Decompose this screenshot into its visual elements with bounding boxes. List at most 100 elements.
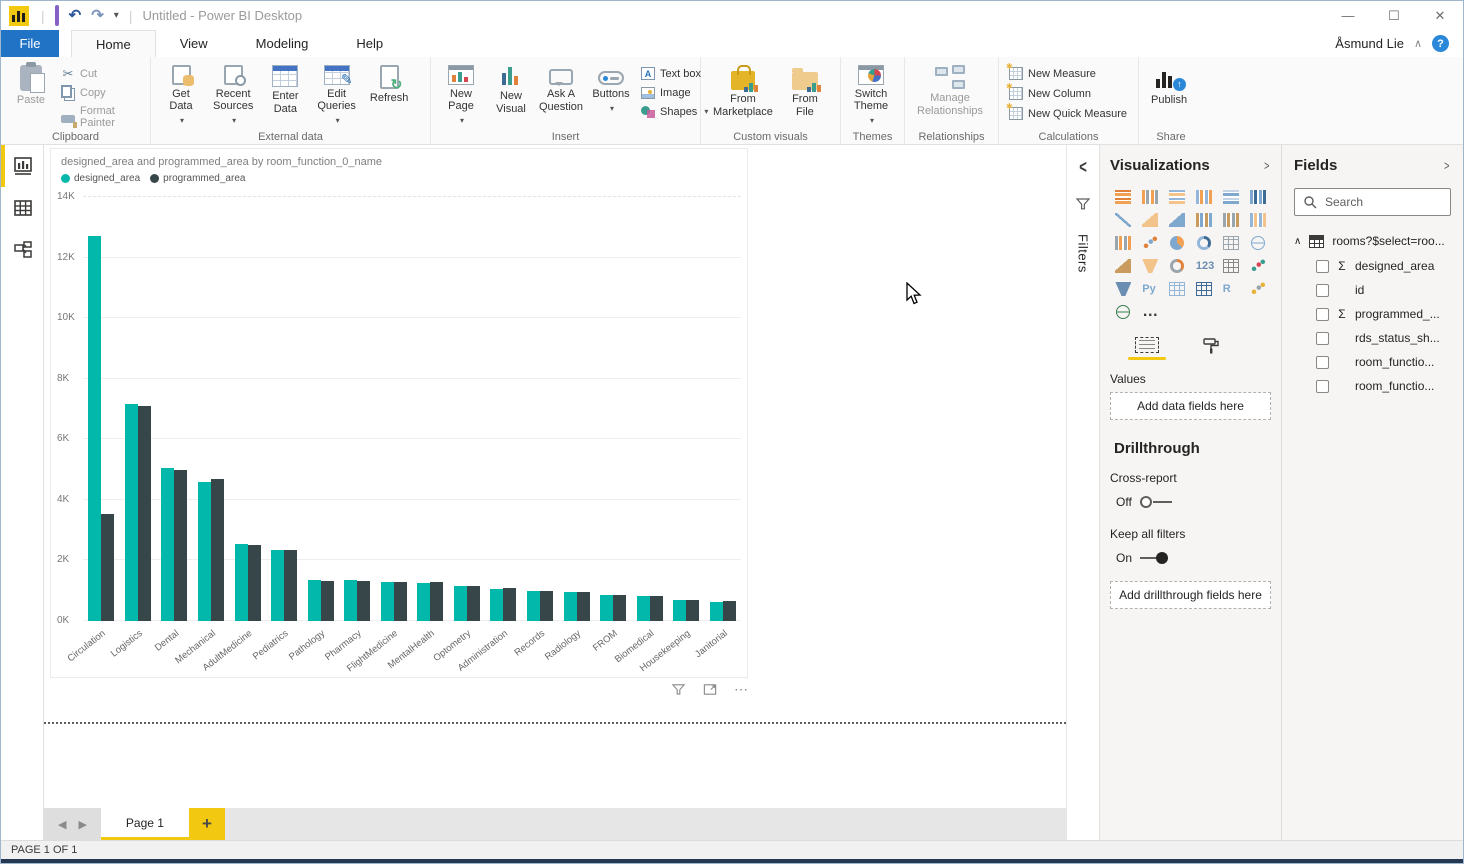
field-item[interactable]: Σdesigned_area [1294,254,1451,278]
tab-fields[interactable] [1128,337,1166,362]
bar-programmed_area[interactable] [467,586,480,621]
bar-programmed_area[interactable] [101,514,114,622]
save-icon[interactable] [55,8,59,23]
redo-icon[interactable]: ↷ [91,8,104,23]
stacked-column-chart-icon[interactable] [1140,188,1160,206]
bar-designed_area[interactable] [417,583,430,621]
from-file-button[interactable]: From File [783,62,827,128]
100-stacked-bar-chart-icon[interactable] [1221,188,1241,206]
customize-quick-access-icon[interactable]: ▾ [114,11,119,21]
bar-designed_area[interactable] [235,544,248,621]
funnel-icon[interactable] [1140,257,1160,275]
bar-programmed_area[interactable] [321,581,334,621]
bar-programmed_area[interactable] [138,406,151,621]
field-item[interactable]: Σroom_functio... [1294,374,1451,398]
line-chart-icon[interactable] [1113,211,1133,229]
bar-programmed_area[interactable] [174,470,187,621]
bar-programmed_area[interactable] [686,600,699,621]
bar-designed_area[interactable] [381,582,394,621]
python-visual-icon[interactable]: Py [1140,280,1160,298]
clustered-bar-chart-icon[interactable] [1167,188,1187,206]
copy-button[interactable]: Copy [59,85,142,100]
line-and-clustered-column-chart-icon[interactable] [1221,211,1241,229]
bar-designed_area[interactable] [271,550,284,621]
clustered-column-chart-visual[interactable]: designed_area and programmed_area by roo… [50,148,748,678]
bar-programmed_area[interactable] [613,595,626,621]
text-box-button[interactable]: A Text box [639,66,710,81]
ribbon-chart-icon[interactable] [1248,211,1268,229]
filter-icon[interactable] [671,682,686,697]
bar-designed_area[interactable] [600,595,613,621]
tab-help[interactable]: Help [332,30,407,57]
bar-designed_area[interactable] [490,589,503,621]
scatter-chart-icon[interactable] [1140,234,1160,252]
previous-page-icon[interactable]: ◀ [58,818,66,831]
kpi-icon[interactable] [1248,257,1268,275]
tab-home[interactable]: Home [71,30,156,57]
cut-button[interactable]: ✂ Cut [59,66,142,81]
bar-designed_area[interactable] [125,404,138,621]
next-page-icon[interactable]: ▶ [78,818,86,831]
bar-programmed_area[interactable] [540,591,553,621]
get-data-button[interactable]: Get Data [159,62,203,128]
bar-programmed_area[interactable] [577,592,590,621]
ask-a-question-button[interactable]: Ask A Question [539,62,583,128]
bar-designed_area[interactable] [198,482,211,621]
publish-button[interactable]: ↑ Publish [1147,62,1191,128]
report-canvas[interactable]: designed_area and programmed_area by roo… [44,145,1066,808]
clustered-column-chart-icon[interactable] [1194,188,1214,206]
tab-file[interactable]: File [1,30,59,57]
filled-map-icon[interactable] [1113,257,1133,275]
drillthrough-field-well[interactable]: Add drillthrough fields here [1110,581,1271,609]
table-row[interactable]: ∧ rooms?$select=roo... [1294,234,1451,248]
field-checkbox[interactable] [1316,284,1329,297]
bar-designed_area[interactable] [673,600,686,621]
keep-all-filters-toggle[interactable]: On [1110,551,1271,565]
bar-designed_area[interactable] [710,602,723,621]
from-marketplace-button[interactable]: From Marketplace [709,62,777,128]
enter-data-button[interactable]: Enter Data [263,62,307,128]
map-icon[interactable] [1248,234,1268,252]
field-checkbox[interactable] [1316,332,1329,345]
field-checkbox[interactable] [1316,308,1329,321]
data-view-button[interactable] [1,187,44,229]
pie-chart-icon[interactable] [1167,234,1187,252]
bar-programmed_area[interactable] [723,601,736,621]
expand-filters-icon[interactable]: < [1079,156,1087,177]
undo-icon[interactable]: ↶ [69,8,82,23]
field-item[interactable]: Σprogrammed_... [1294,302,1451,326]
edit-queries-button[interactable]: ✎ Edit Queries [313,62,360,128]
field-checkbox[interactable] [1316,380,1329,393]
bar-programmed_area[interactable] [357,581,370,621]
bar-designed_area[interactable] [527,591,540,621]
bar-designed_area[interactable] [454,586,467,621]
more-options-icon[interactable]: ⋯ [734,681,748,698]
search-input[interactable] [1325,195,1435,209]
gauge-icon[interactable] [1167,257,1187,275]
manage-relationships-button[interactable]: Manage Relationships [913,62,987,128]
bar-programmed_area[interactable] [430,582,443,621]
new-page-button[interactable]: New Page [439,62,483,128]
matrix-icon[interactable] [1194,280,1214,298]
cross-report-toggle[interactable]: Off [1110,495,1271,509]
stacked-area-chart-icon[interactable] [1167,211,1187,229]
new-page-tab-button[interactable]: + [189,808,225,840]
stacked-bar-chart-icon[interactable] [1113,188,1133,206]
card-icon[interactable]: 123 [1194,257,1214,275]
field-item[interactable]: Σroom_functio... [1294,350,1451,374]
page-tab-1[interactable]: Page 1 [101,808,189,840]
shapes-button[interactable]: Shapes [639,104,710,119]
bar-programmed_area[interactable] [248,545,261,621]
field-checkbox[interactable] [1316,260,1329,273]
r-script-visual-icon[interactable]: R [1221,280,1241,298]
bar-designed_area[interactable] [308,580,321,621]
minimize-button[interactable]: — [1325,1,1371,30]
more-visuals-icon[interactable]: … [1140,303,1160,321]
waterfall-chart-icon[interactable] [1113,234,1133,252]
buttons-button[interactable]: Buttons [589,62,633,128]
field-item[interactable]: Σid [1294,278,1451,302]
donut-chart-icon[interactable] [1194,234,1214,252]
key-influencers-icon[interactable] [1248,280,1268,298]
bar-programmed_area[interactable] [650,596,663,621]
area-chart-icon[interactable] [1140,211,1160,229]
